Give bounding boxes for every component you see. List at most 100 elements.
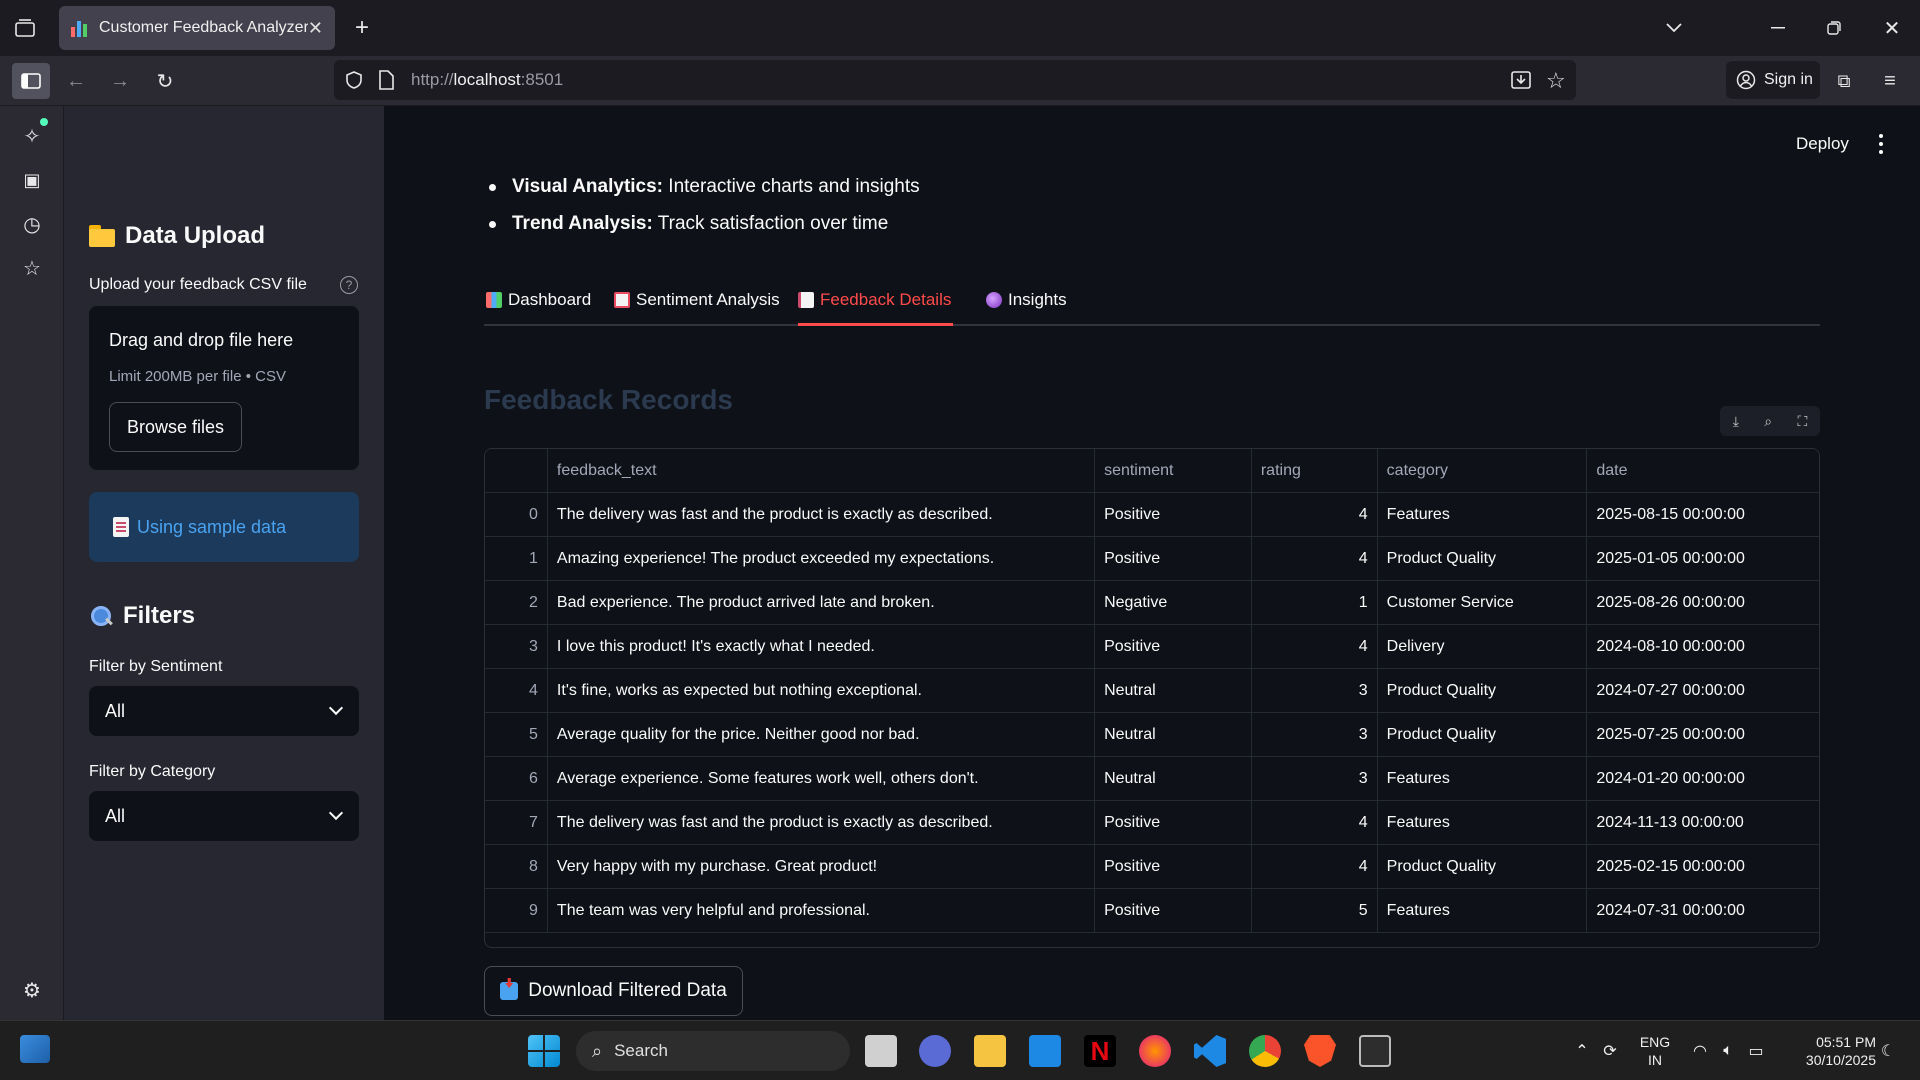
tab-insights[interactable]: Insights [986, 276, 1067, 324]
save-to-pocket-icon[interactable] [1510, 69, 1532, 96]
vscode-icon[interactable] [1194, 1035, 1226, 1067]
download-filtered-data-button[interactable]: Download Filtered Data [484, 966, 743, 1016]
tab-dashboard[interactable]: Dashboard [486, 276, 591, 324]
volume-icon[interactable]: 🔈︎ [1718, 1041, 1738, 1061]
menu-hamburger-icon[interactable]: ≡ [1872, 63, 1908, 99]
close-tab-icon[interactable]: ✕ [308, 18, 323, 39]
bookmarks-star-icon[interactable]: ☆ [16, 252, 48, 284]
deploy-button[interactable]: Deploy [1796, 134, 1849, 154]
language-indicator[interactable]: ENG IN [1638, 1021, 1672, 1080]
minimize-window-icon[interactable] [1764, 14, 1792, 42]
column-header-sentiment[interactable]: sentiment [1095, 449, 1252, 492]
row-index[interactable]: 6 [485, 757, 548, 800]
date-cell[interactable]: 2024-08-10 00:00:00 [1587, 625, 1819, 668]
rating-cell[interactable]: 4 [1252, 625, 1378, 668]
table-row[interactable]: 5 Average quality for the price. Neither … [485, 713, 1819, 757]
date-cell[interactable]: 2025-01-05 00:00:00 [1587, 537, 1819, 580]
tab-feedback-details[interactable]: Feedback Details [798, 276, 954, 326]
clock[interactable]: 05:51 PM 30/10/2025 [1784, 1021, 1876, 1080]
category-filter-select[interactable]: All [89, 791, 359, 841]
table-row[interactable]: 2 Bad experience. The product arrived lat… [485, 581, 1819, 625]
rating-cell[interactable]: 5 [1252, 889, 1378, 932]
sentiment-cell[interactable]: Positive [1095, 537, 1252, 580]
settings-gear-icon[interactable]: ⚙ [16, 974, 48, 1006]
more-options-icon[interactable] [1878, 134, 1884, 154]
row-index[interactable]: 5 [485, 713, 548, 756]
category-cell[interactable]: Product Quality [1378, 537, 1588, 580]
category-cell[interactable]: Delivery [1378, 625, 1588, 668]
table-row[interactable]: 0 The delivery was fast and the product i… [485, 493, 1819, 537]
table-row[interactable]: 1 Amazing experience! The product exceede… [485, 537, 1819, 581]
taskbar-search[interactable]: ⌕ Search [576, 1031, 850, 1071]
new-tab-icon[interactable]: + [348, 14, 376, 42]
tab-sentiment-analysis[interactable]: Sentiment Analysis [614, 276, 780, 324]
windows-start-icon[interactable] [528, 1035, 560, 1067]
file-explorer-icon[interactable] [974, 1035, 1006, 1067]
url-text[interactable]: http://localhost:8501 [411, 70, 563, 90]
terminal-icon[interactable] [1359, 1035, 1391, 1067]
feedback-text-cell[interactable]: Average experience. Some features work w… [548, 757, 1096, 800]
show-hidden-icons-chevron-icon[interactable]: ⌃ [1572, 1041, 1592, 1061]
sidebar-toggle-icon[interactable] [12, 63, 50, 99]
table-row[interactable]: 7 The delivery was fast and the product i… [485, 801, 1819, 845]
browse-files-button[interactable]: Browse files [109, 402, 242, 452]
forward-arrow-icon[interactable]: → [102, 63, 138, 99]
table-row[interactable]: 9 The team was very helpful and professio… [485, 889, 1819, 933]
brave-icon[interactable] [1304, 1035, 1336, 1067]
category-cell[interactable]: Product Quality [1378, 845, 1588, 888]
netflix-icon[interactable]: N [1084, 1035, 1116, 1067]
task-view-icon[interactable] [865, 1035, 897, 1067]
rating-cell[interactable]: 3 [1252, 757, 1378, 800]
sentiment-cell[interactable]: Neutral [1095, 713, 1252, 756]
chrome-icon[interactable] [1249, 1035, 1281, 1067]
feedback-text-cell[interactable]: It's fine, works as expected but nothing… [548, 669, 1096, 712]
battery-icon[interactable]: ▭ [1746, 1041, 1766, 1061]
shield-icon[interactable] [344, 70, 364, 95]
category-cell[interactable]: Features [1378, 889, 1588, 932]
row-index[interactable]: 4 [485, 669, 548, 712]
sentiment-cell[interactable]: Positive [1095, 845, 1252, 888]
rating-cell[interactable]: 4 [1252, 537, 1378, 580]
synced-tabs-icon[interactable]: ▣ [16, 164, 48, 196]
sentiment-cell[interactable]: Positive [1095, 801, 1252, 844]
sentiment-filter-select[interactable]: All [89, 686, 359, 736]
table-row[interactable]: 6 Average experience. Some features work … [485, 757, 1819, 801]
extensions-icon[interactable]: ⧉ [1826, 63, 1862, 99]
rating-cell[interactable]: 4 [1252, 801, 1378, 844]
rating-cell[interactable]: 3 [1252, 669, 1378, 712]
feedback-text-cell[interactable]: The delivery was fast and the product is… [548, 493, 1096, 536]
sentiment-cell[interactable]: Positive [1095, 889, 1252, 932]
sentiment-cell[interactable]: Neutral [1095, 669, 1252, 712]
close-window-icon[interactable]: ✕ [1878, 14, 1906, 42]
row-index[interactable]: 8 [485, 845, 548, 888]
feedback-text-cell[interactable]: I love this product! It's exactly what I… [548, 625, 1096, 668]
meet-chat-icon[interactable] [919, 1035, 951, 1067]
widgets-icon[interactable] [20, 1035, 50, 1063]
column-header-rating[interactable]: rating [1252, 449, 1378, 492]
category-cell[interactable]: Product Quality [1378, 713, 1588, 756]
row-index[interactable]: 0 [485, 493, 548, 536]
table-row[interactable]: 3I love this product! It's exactly what … [485, 625, 1819, 669]
feedback-table[interactable]: feedback_text sentiment rating category … [484, 448, 1820, 948]
rating-cell[interactable]: 3 [1252, 713, 1378, 756]
feedback-text-cell[interactable]: Amazing experience! The product exceeded… [548, 537, 1096, 580]
feedback-text-cell[interactable]: Bad experience. The product arrived late… [548, 581, 1096, 624]
sentiment-cell[interactable]: Positive [1095, 625, 1252, 668]
date-cell[interactable]: 2025-08-26 00:00:00 [1587, 581, 1819, 624]
column-header-feedback-text[interactable]: feedback_text [548, 449, 1096, 492]
feedback-text-cell[interactable]: Average quality for the price. Neither g… [548, 713, 1096, 756]
reload-icon[interactable]: ↻ [147, 63, 183, 99]
category-cell[interactable]: Features [1378, 493, 1588, 536]
help-question-icon[interactable]: ? [340, 276, 358, 294]
column-header-category[interactable]: category [1378, 449, 1588, 492]
file-dropzone[interactable]: Drag and drop file here Limit 200MB per … [89, 306, 359, 470]
rating-cell[interactable]: 1 [1252, 581, 1378, 624]
feedback-text-cell[interactable]: The delivery was fast and the product is… [548, 801, 1096, 844]
url-bar[interactable]: http://localhost:8501 ☆ [334, 60, 1576, 100]
page-info-icon[interactable] [378, 70, 394, 95]
restore-window-icon[interactable] [1820, 14, 1848, 42]
category-cell[interactable]: Features [1378, 801, 1588, 844]
table-row[interactable]: 8 Very happy with my purchase. Great prod… [485, 845, 1819, 889]
date-cell[interactable]: 2024-01-20 00:00:00 [1587, 757, 1819, 800]
sentiment-cell[interactable]: Negative [1095, 581, 1252, 624]
